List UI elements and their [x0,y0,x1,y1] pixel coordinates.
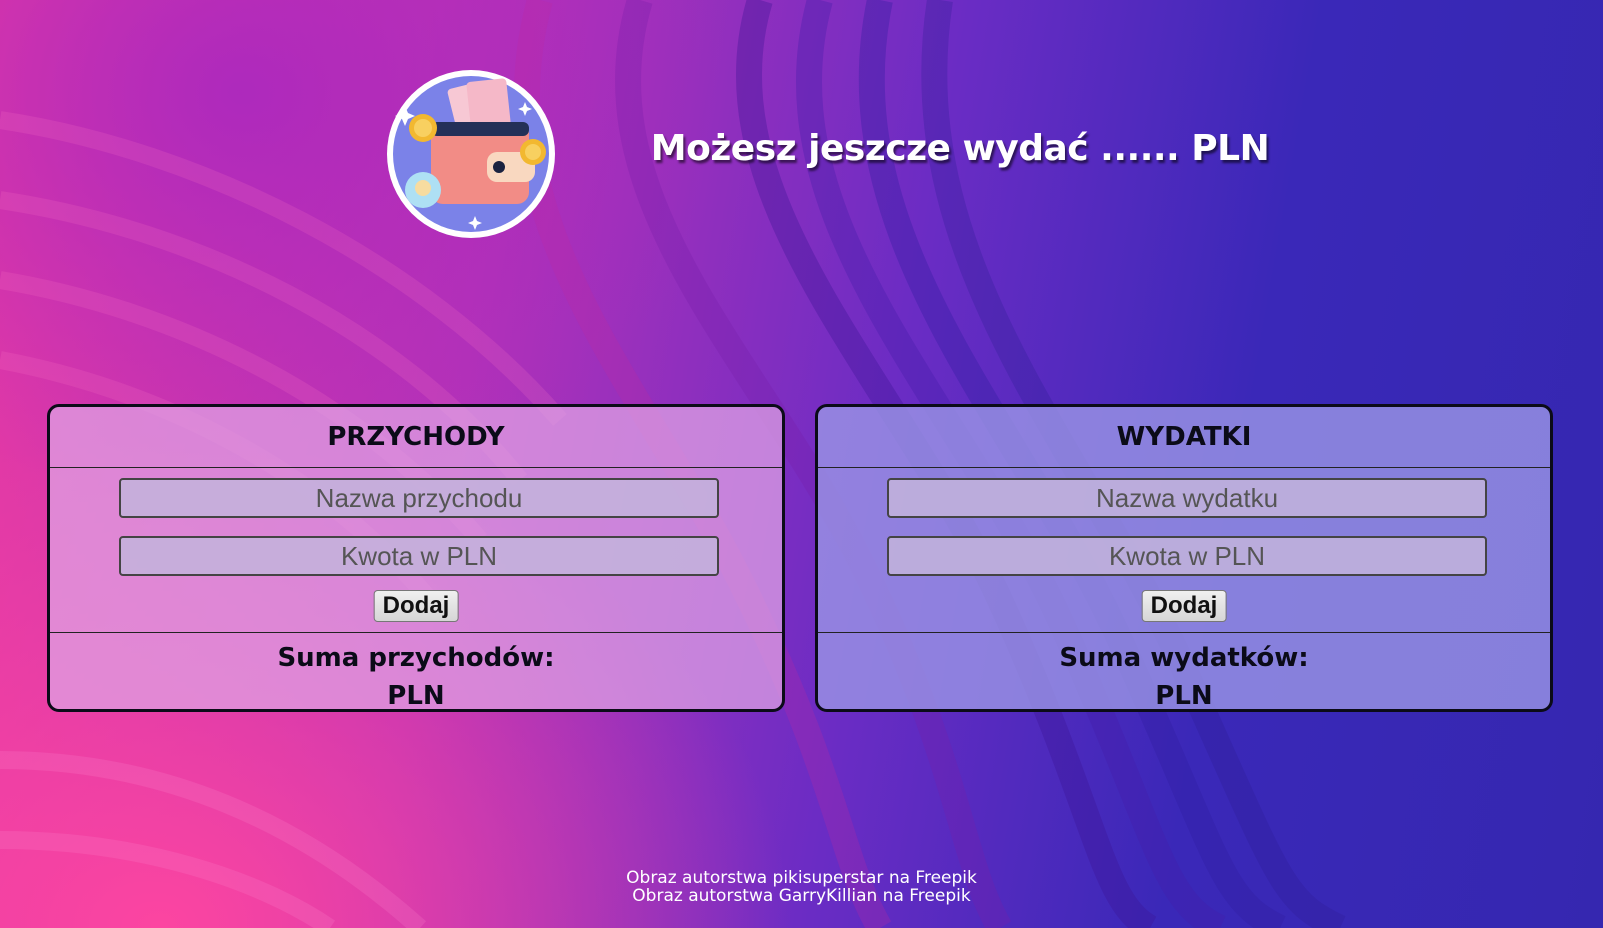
image-credit-1: Obraz autorstwa pikisuperstar na Freepik [626,868,977,888]
income-amount-input[interactable] [119,536,719,576]
expense-form: Dodaj [818,468,1550,633]
add-income-button[interactable]: Dodaj [373,590,459,622]
wallet-logo [383,66,559,242]
add-expense-button[interactable]: Dodaj [1141,590,1227,622]
expense-panel-title: WYDATKI [818,407,1550,468]
expense-amount-input[interactable] [887,536,1487,576]
expense-panel: WYDATKI Dodaj Suma wydatków: PLN [815,404,1553,712]
wallet-icon [387,70,555,238]
expense-name-input[interactable] [887,478,1487,518]
income-panel: PRZYCHODY Dodaj Suma przychodów: PLN [47,404,785,712]
income-panel-title: PRZYCHODY [50,407,782,468]
income-sum-label: Suma przychodów: [277,643,555,673]
expense-sum: Suma wydatków: PLN [818,633,1550,711]
income-sum-value: PLN [387,681,445,711]
expense-sum-label: Suma wydatków: [1059,643,1309,673]
image-credit-2: Obraz autorstwa GarryKillian na Freepik [632,886,971,906]
income-form: Dodaj [50,468,782,633]
income-sum: Suma przychodów: PLN [50,633,782,711]
expense-sum-value: PLN [1155,681,1213,711]
income-name-input[interactable] [119,478,719,518]
remaining-budget-headline: Możesz jeszcze wydać ...... PLN [650,128,1270,169]
image-credits: Obraz autorstwa pikisuperstar na Freepik… [0,869,1603,905]
